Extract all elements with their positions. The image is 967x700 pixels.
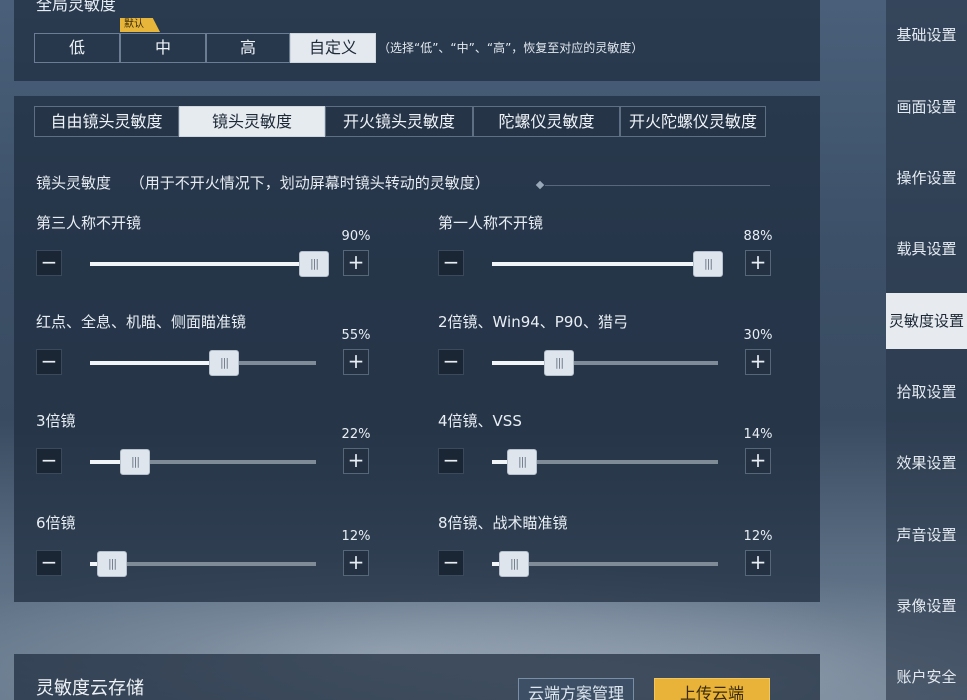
slider-value: 12% [341,529,371,544]
slider-fill [90,361,224,365]
sidebar-item-basic[interactable]: 基础设置 [886,7,967,63]
tab-fire-gyroscope[interactable]: 开火陀螺仪灵敏度 [620,106,766,137]
sidebar-item-controls[interactable]: 操作设置 [886,150,967,206]
increase-button[interactable]: + [745,550,771,576]
sidebar-item-sensitivity[interactable]: 灵敏度设置 [886,293,967,349]
slider-label: 第一人称不开镜 [438,214,544,232]
slider-thumb[interactable]: ||| [693,251,723,277]
slider-track[interactable]: ||| [492,449,718,475]
sidebar-item-pickup[interactable]: 拾取设置 [886,364,967,420]
increase-button[interactable]: + [343,550,369,576]
slider-track[interactable]: ||| [492,551,718,577]
decrease-button[interactable]: − [36,250,62,276]
slider-thumb[interactable]: ||| [507,449,537,475]
cloud-manage-button[interactable]: 云端方案管理 [518,678,634,700]
section-title: 镜头灵敏度 （用于不开火情况下，划动屏幕时镜头转动的灵敏度） [36,172,490,193]
decrease-button[interactable]: − [438,550,464,576]
cloud-storage-title: 灵敏度云存储 [36,678,144,699]
tab-gyroscope[interactable]: 陀螺仪灵敏度 [473,106,620,137]
slider-row-4x-scope: 4倍镜、VSS 14% − ||| + [438,410,778,490]
sidebar-item-account-security[interactable]: 账户安全 [886,649,967,700]
slider-thumb[interactable]: ||| [299,251,329,277]
slider-label: 8倍镜、战术瞄准镜 [438,514,568,532]
increase-button[interactable]: + [343,349,369,375]
decrease-button[interactable]: − [36,349,62,375]
tab-fire-camera[interactable]: 开火镜头灵敏度 [325,106,473,137]
slider-value: 14% [743,427,773,442]
sidebar-item-recording[interactable]: 录像设置 [886,578,967,634]
global-sensitivity-title: 全局灵敏度 [36,0,117,14]
slider-track[interactable]: ||| [90,350,316,376]
slider-track[interactable]: ||| [492,251,723,277]
preset-hint: （选择“低”、“中”、“高”，恢复至对应的灵敏度） [378,41,644,55]
slider-value: 22% [341,427,371,442]
slider-row-2x-scope: 2倍镜、Win94、P90、猎弓 30% − ||| + [438,311,778,391]
increase-button[interactable]: + [745,448,771,474]
slider-row-8x-scope: 8倍镜、战术瞄准镜 12% − ||| + [438,512,778,592]
slider-label: 第三人称不开镜 [36,214,142,232]
increase-button[interactable]: + [343,448,369,474]
slider-value: 88% [743,229,773,244]
slider-value: 30% [743,328,773,343]
preset-medium-button[interactable]: 中 [120,33,206,63]
tab-camera[interactable]: 镜头灵敏度 [179,106,325,137]
decrease-button[interactable]: − [36,550,62,576]
cloud-storage-panel: 灵敏度云存储 云端方案管理 上传云端 [14,654,820,700]
slider-row-fpp-no-scope: 第一人称不开镜 88% − ||| + [438,212,778,292]
slider-value: 55% [341,328,371,343]
slider-fill [90,262,314,266]
slider-track[interactable]: ||| [90,251,329,277]
preset-high-button[interactable]: 高 [206,33,290,63]
slider-label: 红点、全息、机瞄、侧面瞄准镜 [36,313,247,331]
slider-fill [492,262,708,266]
increase-button[interactable]: + [343,250,369,276]
increase-button[interactable]: + [745,349,771,375]
decrease-button[interactable]: − [438,250,464,276]
slider-thumb[interactable]: ||| [97,551,127,577]
sidebar-item-sound[interactable]: 声音设置 [886,507,967,563]
slider-track[interactable]: ||| [90,449,316,475]
sidebar-item-graphics[interactable]: 画面设置 [886,79,967,135]
slider-track[interactable]: ||| [492,350,718,376]
slider-value: 90% [341,229,371,244]
sidebar-item-vehicle[interactable]: 载具设置 [886,221,967,277]
increase-button[interactable]: + [745,250,771,276]
section-title-text: 镜头灵敏度 [36,174,112,192]
slider-thumb[interactable]: ||| [544,350,574,376]
slider-row-6x-scope: 6倍镜 12% − ||| + [36,512,376,592]
slider-row-3x-scope: 3倍镜 22% − ||| + [36,410,376,490]
global-sensitivity-panel: 全局灵敏度 低 中 高 自定义 默认 （选择“低”、“中”、“高”，恢复至对应的… [14,0,820,81]
default-badge: 默认 [120,18,160,32]
slider-label: 2倍镜、Win94、P90、猎弓 [438,313,628,331]
slider-value: 12% [743,529,773,544]
decrease-button[interactable]: − [438,349,464,375]
tab-free-camera[interactable]: 自由镜头灵敏度 [34,106,179,137]
slider-thumb[interactable]: ||| [209,350,239,376]
slider-label: 6倍镜 [36,514,76,532]
slider-row-tpp-no-scope: 第三人称不开镜 90% − ||| + [36,212,376,292]
sidebar-item-effects[interactable]: 效果设置 [886,435,967,491]
slider-track[interactable]: ||| [90,551,316,577]
preset-custom-button[interactable]: 自定义 [290,33,376,63]
decrease-button[interactable]: − [438,448,464,474]
slider-thumb[interactable]: ||| [499,551,529,577]
slider-label: 3倍镜 [36,412,76,430]
settings-sidebar: 基础设置 画面设置 操作设置 载具设置 灵敏度设置 拾取设置 效果设置 声音设置… [886,0,967,700]
decrease-button[interactable]: − [36,448,62,474]
section-note: （用于不开火情况下，划动屏幕时镜头转动的灵敏度） [129,174,490,192]
preset-low-button[interactable]: 低 [34,33,120,63]
slider-label: 4倍镜、VSS [438,412,522,430]
slider-row-red-dot: 红点、全息、机瞄、侧面瞄准镜 55% − ||| + [36,311,376,391]
cloud-upload-button[interactable]: 上传云端 [654,678,770,700]
slider-thumb[interactable]: ||| [120,449,150,475]
section-divider [545,185,770,186]
